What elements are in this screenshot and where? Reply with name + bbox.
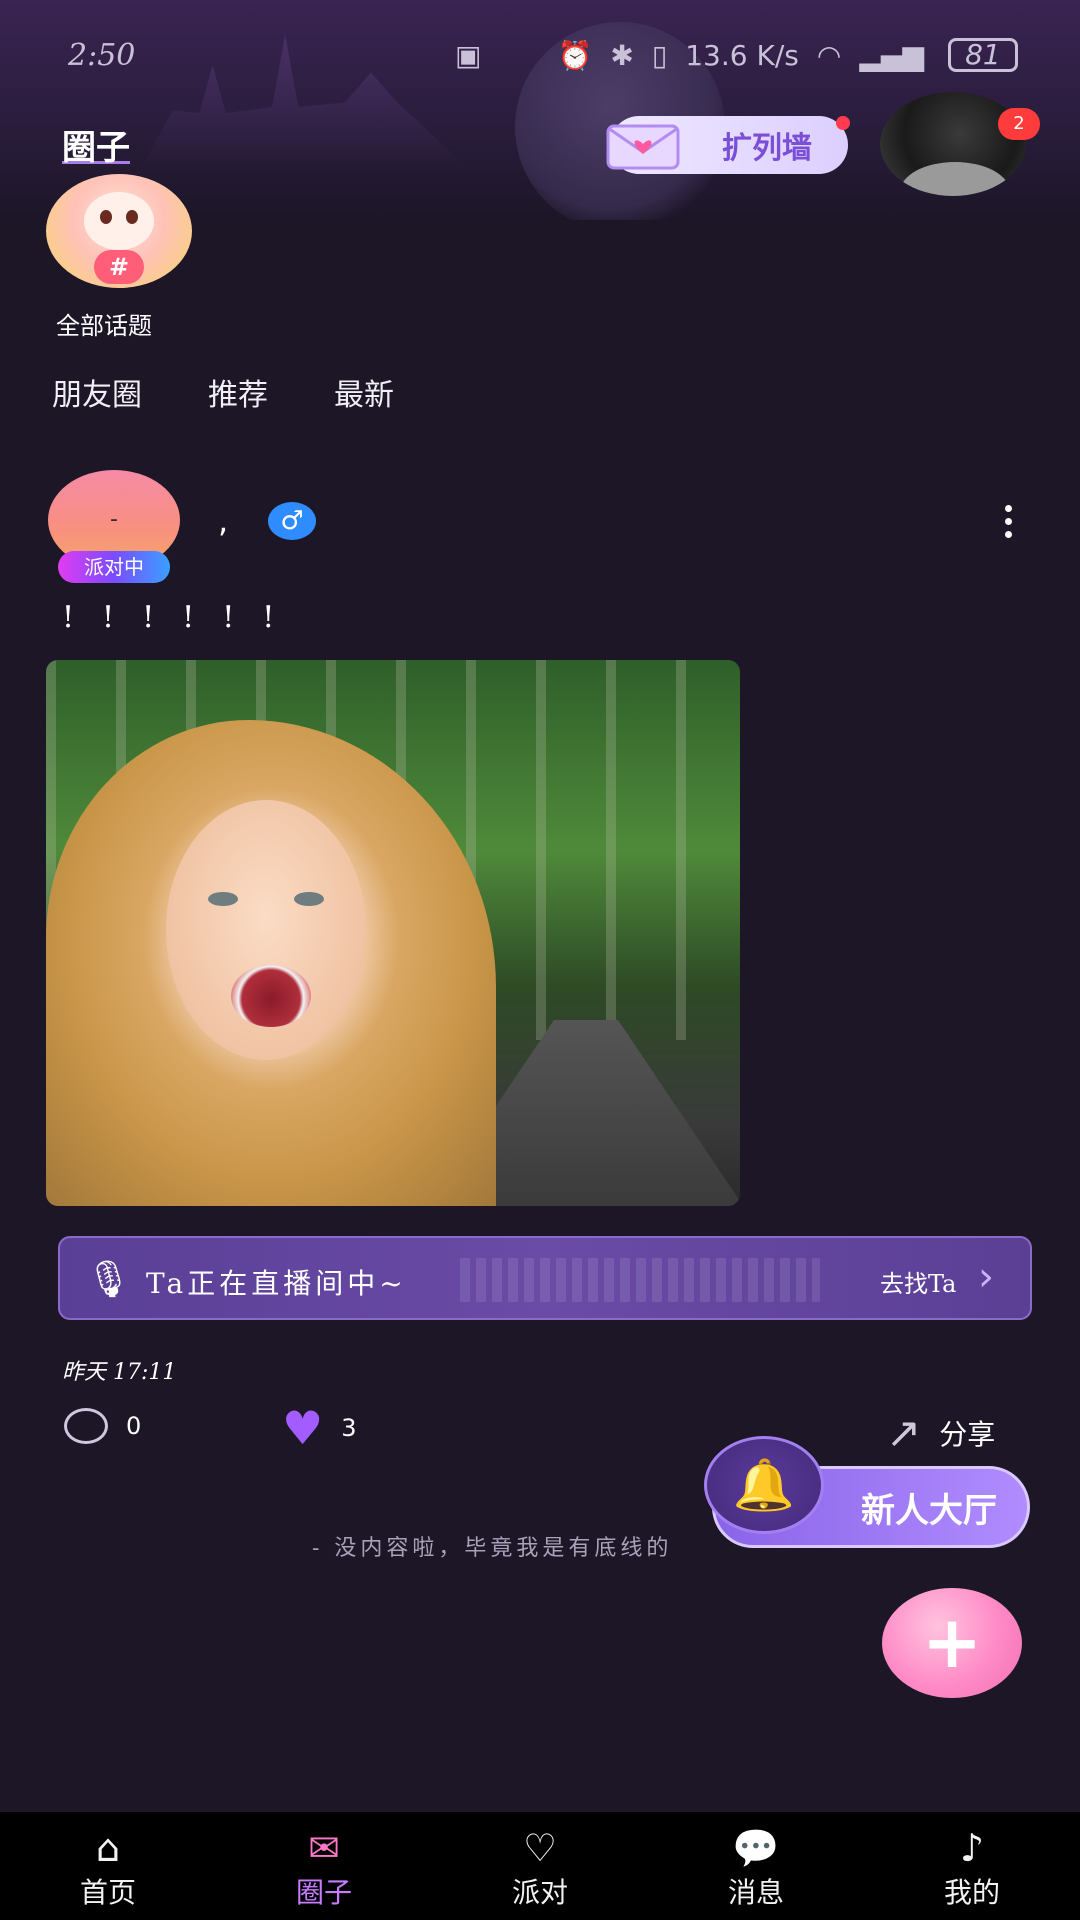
tab-moments[interactable]: 朋友圈 bbox=[52, 370, 142, 414]
nav-mine[interactable]: ♪ 我的 bbox=[864, 1821, 1080, 1911]
more-options-button[interactable] bbox=[1000, 505, 1016, 538]
wifi-icon: ◠ bbox=[816, 38, 842, 72]
photo-eye bbox=[208, 892, 238, 906]
bell-icon: 🔔 bbox=[704, 1436, 824, 1534]
tab-recommended[interactable]: 推荐 bbox=[208, 370, 268, 414]
wall-notification-dot bbox=[836, 116, 850, 130]
dot bbox=[1004, 518, 1012, 525]
nav-party-label: 派对 bbox=[511, 1876, 568, 1909]
like-count: 3 bbox=[341, 1414, 357, 1442]
status-bar: 2:50 ▣ ⏰ ✱ ▯ 13.6 K/s ◠ ▂▄▆ 81 bbox=[0, 30, 1080, 80]
status-time: 2:50 bbox=[68, 38, 136, 73]
find-ta-label: 去找Ta bbox=[880, 1270, 957, 1298]
nav-messages-label: 消息 bbox=[727, 1876, 784, 1909]
live-banner-text: Ta正在直播间中~ bbox=[146, 1267, 407, 1300]
expand-wall-label: 扩列墙 bbox=[722, 131, 812, 166]
post-author-name[interactable]: , bbox=[218, 502, 228, 540]
signal-icon: ▂▄▆ bbox=[859, 38, 924, 72]
nav-mine-label: 我的 bbox=[943, 1876, 1000, 1909]
home-icon: ⌂ bbox=[95, 1826, 121, 1870]
profile-avatar[interactable] bbox=[880, 92, 1026, 196]
nav-messages[interactable]: 💬 消息 bbox=[648, 1821, 864, 1911]
nav-circle-label: 圈子 bbox=[295, 1876, 352, 1909]
post-timestamp: 昨天 17:11 bbox=[62, 1360, 177, 1385]
battery-indicator: 81 bbox=[947, 38, 1018, 72]
party-status-badge: 派对中 bbox=[58, 551, 170, 583]
mascot-eye bbox=[126, 210, 138, 224]
party-icon: ♡ bbox=[522, 1826, 558, 1870]
nav-home-label: 首页 bbox=[79, 1876, 136, 1909]
photo-mouth bbox=[231, 965, 311, 1027]
mascot-eye bbox=[100, 210, 112, 224]
male-gender-icon: ♂ bbox=[268, 502, 316, 540]
like-button[interactable]: ♥ 3 bbox=[282, 1401, 357, 1455]
alarm-icon: ⏰ bbox=[557, 38, 593, 72]
nav-circle[interactable]: ✉ 圈子 bbox=[216, 1821, 432, 1911]
message-icon: 💬 bbox=[732, 1826, 780, 1870]
share-label: 分享 bbox=[939, 1417, 996, 1451]
chevron-right-icon: › bbox=[978, 1254, 994, 1300]
share-icon: ↗ bbox=[886, 1408, 922, 1457]
post-text: !!!!!! bbox=[62, 600, 303, 635]
post-photo[interactable] bbox=[46, 660, 740, 1206]
dot bbox=[1004, 505, 1012, 512]
vibrate-icon: ▯ bbox=[651, 38, 668, 72]
page-title: 圈子 bbox=[62, 128, 130, 168]
feed-tabs: 朋友圈 推荐 最新 bbox=[52, 370, 394, 414]
dot bbox=[1004, 531, 1012, 538]
nav-party[interactable]: ♡ 派对 bbox=[432, 1821, 648, 1911]
notification-badge: 2 bbox=[998, 108, 1040, 140]
equalizer-decoration bbox=[460, 1258, 820, 1302]
nav-home[interactable]: ⌂ 首页 bbox=[0, 1821, 216, 1911]
heart-icon: ♥ bbox=[282, 1401, 324, 1455]
comment-button[interactable]: 0 bbox=[64, 1408, 141, 1444]
comment-count: 0 bbox=[126, 1412, 142, 1440]
comment-icon bbox=[64, 1408, 108, 1444]
hashtag-icon: # bbox=[94, 250, 144, 284]
live-room-banner[interactable]: 🎙 Ta正在直播间中~ 去找Ta › bbox=[58, 1236, 1032, 1320]
envelope-heart-icon bbox=[606, 124, 680, 170]
photo-eye bbox=[294, 892, 324, 906]
mascot-face bbox=[84, 192, 154, 250]
create-post-button[interactable]: + bbox=[882, 1588, 1022, 1698]
bluetooth-icon: ✱ bbox=[610, 38, 634, 72]
microphone-icon: 🎙 bbox=[86, 1259, 132, 1300]
nfc-icon: ▣ bbox=[455, 38, 482, 72]
end-of-feed-text: - 没内容啦，毕竟我是有底线的 bbox=[312, 1536, 673, 1561]
bottom-nav: ⌂ 首页 ✉ 圈子 ♡ 派对 💬 消息 ♪ 我的 bbox=[0, 1812, 1080, 1920]
net-speed: 13.6 K/s bbox=[685, 38, 799, 72]
newcomer-hall-label: 新人大厅 bbox=[861, 1490, 997, 1531]
tab-latest[interactable]: 最新 bbox=[334, 370, 394, 414]
circle-icon: ✉ bbox=[308, 1826, 340, 1870]
music-note-icon: ♪ bbox=[959, 1826, 985, 1870]
status-icons: ▣ ⏰ ✱ ▯ 13.6 K/s ◠ ▂▄▆ 81 bbox=[455, 38, 1018, 72]
all-topics-label[interactable]: 全部话题 bbox=[56, 306, 152, 341]
share-button[interactable]: ↗ 分享 bbox=[886, 1408, 995, 1457]
